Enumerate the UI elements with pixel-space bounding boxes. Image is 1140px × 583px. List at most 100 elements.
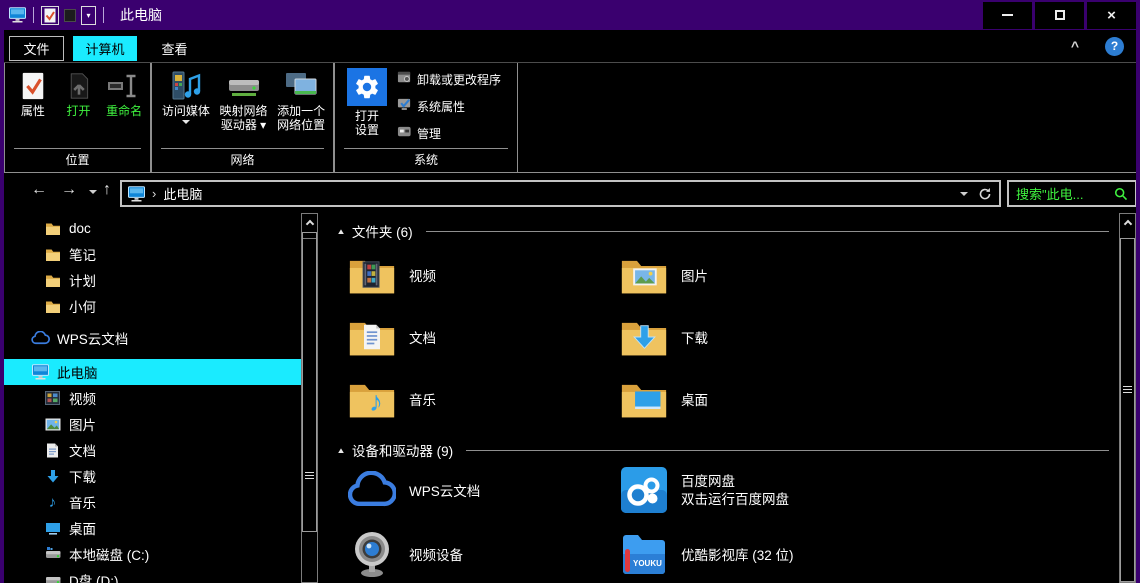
section-title[interactable]: 文件夹 (6) — [352, 221, 413, 241]
sidebar-item-local-disk-c[interactable]: 本地磁盘 (C:) — [4, 541, 301, 567]
youku-icon: YOUKU — [620, 532, 668, 576]
scroll-up-icon[interactable] — [1120, 221, 1135, 239]
sidebar-item-desktop[interactable]: 桌面 — [4, 515, 301, 541]
manage-button[interactable]: 管理 — [397, 124, 501, 142]
open-button[interactable]: 打开 — [56, 68, 102, 118]
folder-icon — [43, 221, 62, 236]
desktop-icon — [43, 522, 62, 535]
collapse-group-icon[interactable]: ▲ — [336, 446, 346, 455]
access-media-button[interactable]: 访问媒体 — [157, 68, 215, 124]
map-network-drive-button[interactable]: 映射网络 驱动器 ▾ — [215, 68, 273, 132]
maximize-button[interactable] — [1035, 2, 1084, 29]
quick-access-customize-icon[interactable]: ▾ — [81, 6, 96, 25]
devices-grid: WPS云文档 百度网盘 双击运行百度网盘 视频设备 YOUKU — [348, 458, 892, 583]
tile-video-device[interactable]: 视频设备 — [348, 522, 620, 583]
section-title[interactable]: 设备和驱动器 (9) — [352, 440, 453, 460]
music-icon: ♪ — [43, 494, 62, 511]
back-icon[interactable]: ← — [31, 181, 47, 199]
sidebar-item-downloads[interactable]: 下载 — [4, 463, 301, 489]
sidebar-item-music[interactable]: ♪ 音乐 — [4, 489, 301, 515]
breadcrumb-chevron-icon: › — [152, 186, 156, 201]
ribbon-group-location: 属性 打开 重命名 位置 — [4, 63, 151, 172]
tile-documents[interactable]: 文档 — [348, 306, 620, 368]
sidebar-item-pictures[interactable]: 图片 — [4, 411, 301, 437]
folder-icon — [43, 299, 62, 314]
forward-icon[interactable]: → — [61, 181, 77, 199]
sidebar-item-xiaohe[interactable]: 小何 — [4, 293, 301, 319]
pictures-folder-icon — [620, 255, 668, 295]
sidebar-item-documents[interactable]: 文档 — [4, 437, 301, 463]
refresh-icon[interactable] — [978, 187, 992, 201]
scrollbar-grip[interactable] — [305, 472, 314, 480]
navigation-bar: ← → ↑ › 此电脑 搜索"此电... — [4, 173, 1136, 213]
search-icon[interactable] — [1114, 187, 1128, 201]
properties-button[interactable]: 属性 — [10, 68, 56, 118]
scrollbar-thumb[interactable] — [302, 232, 317, 532]
titlebar-divider — [33, 7, 34, 23]
main-scrollbar[interactable] — [1119, 213, 1136, 583]
window-border-right — [1136, 0, 1140, 583]
music-folder-icon: ♪ — [348, 379, 396, 419]
documents-icon — [43, 443, 62, 458]
titlebar-divider — [103, 7, 104, 23]
sidebar-scrollbar[interactable] — [301, 213, 318, 583]
navigation-pane: doc 笔记 计划 小何 WPS云文档 此电脑 视频 — [4, 215, 301, 583]
minimize-button[interactable] — [983, 2, 1032, 29]
section-divider — [466, 450, 1109, 451]
tile-youku-library[interactable]: YOUKU 优酷影视库 (32 位) — [620, 522, 892, 583]
address-dropdown-icon[interactable] — [960, 192, 968, 196]
system-properties-button[interactable]: 系统属性 — [397, 97, 501, 115]
uninstall-program-button[interactable]: 卸载或更改程序 — [397, 70, 501, 88]
sidebar-item-plans[interactable]: 计划 — [4, 267, 301, 293]
scrollbar-grip[interactable] — [1123, 386, 1132, 394]
up-icon[interactable]: ↑ — [103, 181, 111, 199]
recent-locations-icon[interactable] — [89, 190, 97, 194]
map-network-drive-icon — [226, 68, 262, 104]
manage-icon — [397, 124, 412, 142]
quick-access-newfolder-icon[interactable] — [64, 8, 76, 23]
close-icon: × — [1107, 7, 1116, 24]
tile-downloads[interactable]: 下载 — [620, 306, 892, 368]
folders-grid: 视频 图片 文档 下载 ♪ — [348, 244, 892, 430]
documents-folder-icon — [348, 317, 396, 357]
tile-baidu-netdisk[interactable]: 百度网盘 双击运行百度网盘 — [620, 458, 892, 522]
sidebar-item-d-drive[interactable]: D盘 (D:) — [4, 567, 301, 583]
collapse-ribbon-icon[interactable]: ^ — [1071, 38, 1079, 54]
window-title: 此电脑 — [120, 5, 162, 25]
device-sublabel: 双击运行百度网盘 — [681, 492, 789, 507]
tile-videos[interactable]: 视频 — [348, 244, 620, 306]
help-icon[interactable]: ? — [1105, 37, 1124, 56]
tile-wps-cloud[interactable]: WPS云文档 — [348, 458, 620, 522]
scrollbar-thumb[interactable] — [1120, 238, 1135, 582]
tile-pictures[interactable]: 图片 — [620, 244, 892, 306]
sidebar-item-this-pc[interactable]: 此电脑 — [4, 359, 301, 385]
ribbon-group-network: 访问媒体 映射网络 驱动器 ▾ 添加一个 网络位置 网络 — [151, 63, 334, 172]
collapse-group-icon[interactable]: ▲ — [336, 227, 346, 236]
add-network-location-button[interactable]: 添加一个 网络位置 — [272, 68, 330, 132]
close-button[interactable]: × — [1087, 2, 1136, 29]
tab-view[interactable]: 查看 — [147, 36, 202, 61]
open-icon — [66, 68, 92, 104]
tab-file[interactable]: 文件 — [9, 36, 64, 61]
search-box[interactable]: 搜索"此电... — [1007, 180, 1137, 207]
quick-access-properties-icon[interactable] — [41, 6, 59, 25]
sidebar-item-doc[interactable]: doc — [4, 215, 301, 241]
rename-button[interactable]: 重命名 — [101, 68, 147, 118]
ribbon-group-label: 位置 — [14, 148, 141, 171]
sidebar-item-videos[interactable]: 视频 — [4, 385, 301, 411]
breadcrumb[interactable]: 此电脑 — [163, 184, 202, 203]
ribbon: 属性 打开 重命名 位置 — [4, 62, 1136, 173]
address-bar[interactable]: › 此电脑 — [120, 180, 1001, 207]
dropdown-arrow-icon — [182, 120, 190, 124]
tile-music[interactable]: ♪ 音乐 — [348, 368, 620, 430]
open-settings-button[interactable]: 打开 设置 — [341, 68, 393, 142]
tab-computer[interactable]: 计算机 — [73, 36, 137, 61]
section-divider — [426, 231, 1109, 232]
webcam-icon — [348, 530, 396, 578]
file-list-pane: ▲ 文件夹 (6) 视频 图片 文档 — [321, 213, 1117, 583]
svg-text:YOUKU: YOUKU — [633, 559, 662, 568]
tile-desktop[interactable]: 桌面 — [620, 368, 892, 430]
maximize-icon — [1055, 10, 1065, 20]
sidebar-item-notes[interactable]: 笔记 — [4, 241, 301, 267]
sidebar-item-wps-cloud[interactable]: WPS云文档 — [4, 325, 301, 351]
